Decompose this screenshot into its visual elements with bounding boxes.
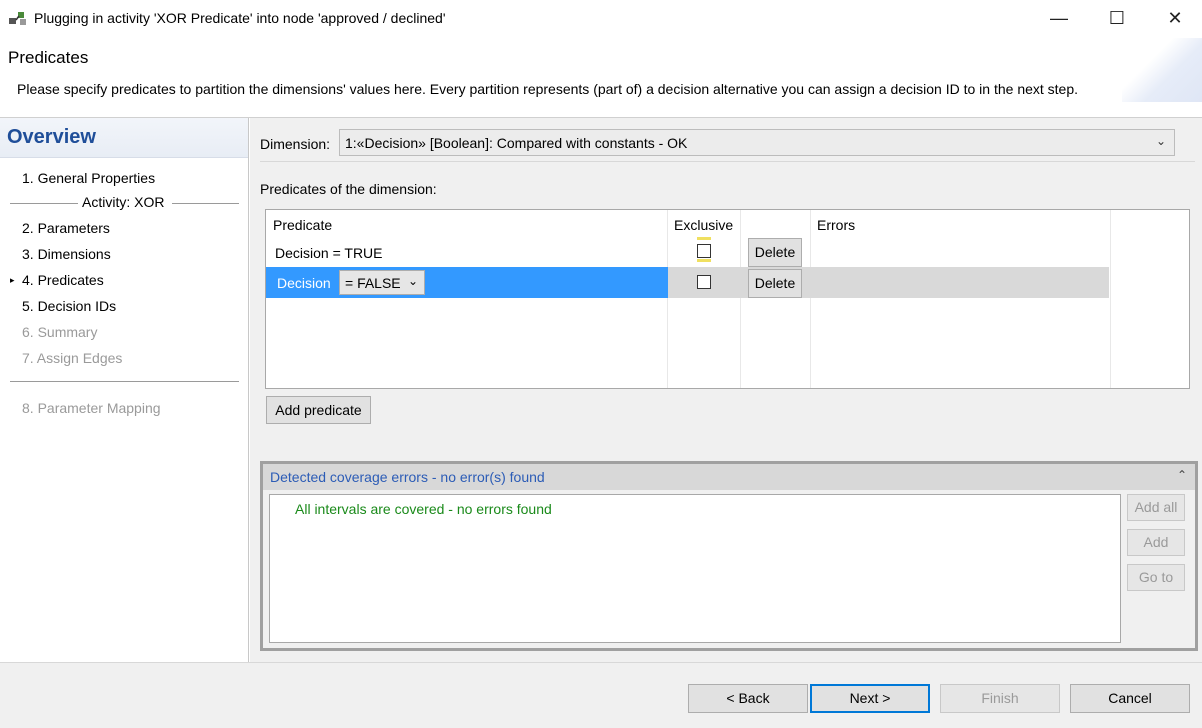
nav-item-predicates[interactable]: 4. Predicates [22,272,104,288]
sidebar-divider [10,381,239,382]
add-button[interactable]: Add [1127,529,1185,556]
column-divider [667,210,668,388]
page-description: Please specify predicates to partition t… [17,81,1079,97]
row-highlight [668,267,1109,298]
coverage-message: All intervals are covered - no errors fo… [295,501,552,517]
current-step-arrow-icon: ▸ [10,275,15,285]
back-button[interactable]: < Back [688,684,808,713]
coverage-list[interactable]: All intervals are covered - no errors fo… [269,494,1121,643]
column-divider [740,210,741,388]
add-predicate-button[interactable]: Add predicate [266,396,371,424]
header-errors: Errors [817,217,856,233]
nav-item-parameter-mapping: 8. Parameter Mapping [22,400,161,416]
focus-mark [697,237,711,240]
overview-title-text: Overview [7,126,96,148]
predicates-table: Predicate Exclusive Errors Decision = TR… [265,209,1190,389]
activity-label: Activity: XOR [82,194,165,210]
dimension-label: Dimension: [260,136,331,152]
overview-sidebar: Overview 1. General Properties Activity:… [0,118,249,662]
focus-mark [697,259,711,262]
next-button[interactable]: Next > [810,684,930,713]
page-title: Predicates [8,48,89,67]
predicates-label: Predicates of the dimension: [260,181,437,197]
exclusive-checkbox[interactable] [697,275,711,289]
column-divider [810,210,811,388]
wizard-header: Predicates Please specify predicates to … [0,38,1202,118]
go-to-button[interactable]: Go to [1127,564,1185,591]
nav-item-parameters[interactable]: 2. Parameters [22,220,110,236]
coverage-header[interactable]: Detected coverage errors - no error(s) f… [263,464,1195,490]
minimize-icon: — [1050,7,1068,28]
nav-item-general-properties[interactable]: 1. General Properties [22,170,155,186]
header-exclusive: Exclusive [674,217,734,233]
activity-divider-right [172,203,239,204]
nav-item-dimensions[interactable]: 3. Dimensions [22,246,111,262]
plugin-activity-icon [9,12,26,25]
dimension-cell: Decision [277,275,331,291]
maximize-icon: ☐ [1108,7,1126,28]
predicate-cell: Decision = TRUE [275,245,383,261]
nav-item-summary: 6. Summary [22,324,98,340]
dimension-select-value: 1:«Decision» [Boolean]: Compared with co… [345,135,688,151]
wizard-footer: < Back Next > Finish Cancel [0,662,1202,728]
operator-select-value: = FALSE [345,275,401,291]
close-icon: ✕ [1167,7,1183,28]
delete-button[interactable]: Delete [748,269,802,298]
predicates-panel: Dimension: 1:«Decision» [Boolean]: Compa… [250,118,1202,662]
coverage-title: Detected coverage errors - no error(s) f… [270,469,545,485]
header-decoration [1122,38,1202,102]
header-predicate: Predicate [273,217,333,233]
column-divider [1110,210,1111,388]
title-bar: Plugging in activity 'XOR Predicate' int… [0,0,1202,38]
activity-divider-left [10,203,78,204]
nav-item-assign-edges: 7. Assign Edges [22,350,123,366]
delete-button[interactable]: Delete [748,238,802,267]
chevron-down-icon: ⌄ [1155,134,1166,148]
cancel-button[interactable]: Cancel [1070,684,1190,713]
operator-select[interactable]: = FALSE ⌄ [339,270,425,295]
minimize-button[interactable]: — [1030,0,1088,36]
maximize-button[interactable]: ☐ [1088,0,1146,36]
dimension-divider [260,161,1195,162]
finish-button: Finish [940,684,1060,713]
chevron-down-icon: ⌄ [407,274,418,288]
coverage-section: Detected coverage errors - no error(s) f… [260,461,1198,651]
close-button[interactable]: ✕ [1146,0,1202,36]
nav-item-decision-ids[interactable]: 5. Decision IDs [22,298,116,314]
dimension-select[interactable]: 1:«Decision» [Boolean]: Compared with co… [339,129,1175,156]
exclusive-checkbox[interactable] [697,244,711,258]
add-all-button[interactable]: Add all [1127,494,1185,521]
overview-title: Overview [0,118,248,158]
collapse-icon[interactable]: ⌃ [1177,468,1187,482]
window-title: Plugging in activity 'XOR Predicate' int… [34,10,446,26]
